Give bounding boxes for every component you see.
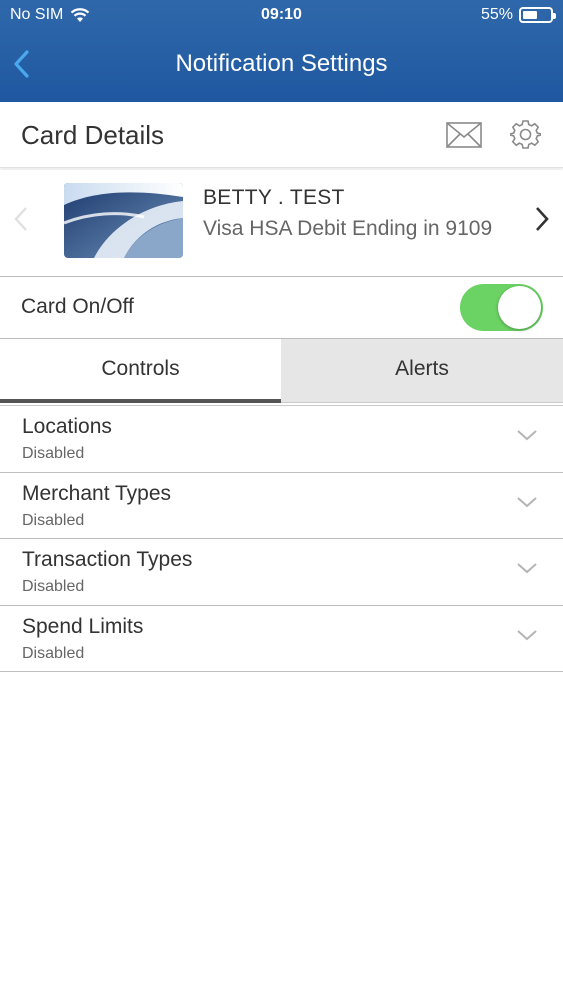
list-item-title: Merchant Types — [22, 481, 172, 505]
chevron-left-icon[interactable] — [12, 206, 30, 232]
card-carousel: BETTY . TEST Visa HSA Debit Ending in 91… — [0, 170, 563, 277]
battery-percent: 55% — [480, 6, 513, 23]
list-item-title: Spend Limits — [22, 614, 144, 638]
chevron-down-icon — [517, 430, 537, 441]
chevron-down-icon — [517, 629, 537, 640]
card-holder-name: BETTY . TEST — [203, 186, 345, 209]
tab-alerts[interactable]: Alerts — [281, 339, 563, 403]
card-onoff-row: Card On/Off — [0, 277, 563, 339]
card-details-bar: Card Details — [0, 102, 563, 168]
list-item-title: Locations — [22, 415, 112, 438]
toggle-knob — [498, 286, 541, 329]
card-image — [64, 183, 183, 258]
list-item-merchant-types[interactable]: Merchant Types Disabled — [0, 473, 563, 539]
list-item-status: Disabled — [22, 644, 85, 662]
tab-controls[interactable]: Controls — [0, 339, 281, 403]
status-bar: No SIM 09:10 55% — [0, 0, 563, 30]
list-item-title: Transaction Types — [22, 548, 193, 571]
list-item-spend-limits[interactable]: Spend Limits Disabled — [0, 606, 563, 672]
nav-bar: Notification Settings — [0, 30, 563, 102]
mail-icon[interactable] — [446, 122, 482, 148]
header: No SIM 09:10 55% Notification Settings — [0, 0, 563, 102]
card-onoff-label: Card On/Off — [21, 295, 134, 318]
section-title: Card Details — [21, 120, 165, 150]
controls-list: Locations Disabled Merchant Types Disabl… — [0, 405, 563, 672]
status-time: 09:10 — [261, 6, 302, 23]
battery-icon — [519, 7, 556, 23]
list-item-locations[interactable]: Locations Disabled — [0, 406, 563, 473]
list-item-status: Disabled — [22, 445, 85, 462]
tab-bar: Controls Alerts — [0, 339, 563, 403]
gear-icon[interactable] — [510, 119, 541, 150]
chevron-right-icon[interactable] — [533, 206, 551, 232]
list-item-status: Disabled — [22, 511, 85, 529]
list-item-status: Disabled — [22, 578, 85, 595]
page-title: Notification Settings — [175, 50, 388, 77]
card-onoff-toggle[interactable] — [460, 284, 543, 331]
list-item-transaction-types[interactable]: Transaction Types Disabled — [0, 539, 563, 606]
chevron-down-icon — [517, 563, 537, 574]
chevron-down-icon — [517, 496, 537, 507]
card-description: Visa HSA Debit Ending in 9109 — [203, 217, 493, 240]
